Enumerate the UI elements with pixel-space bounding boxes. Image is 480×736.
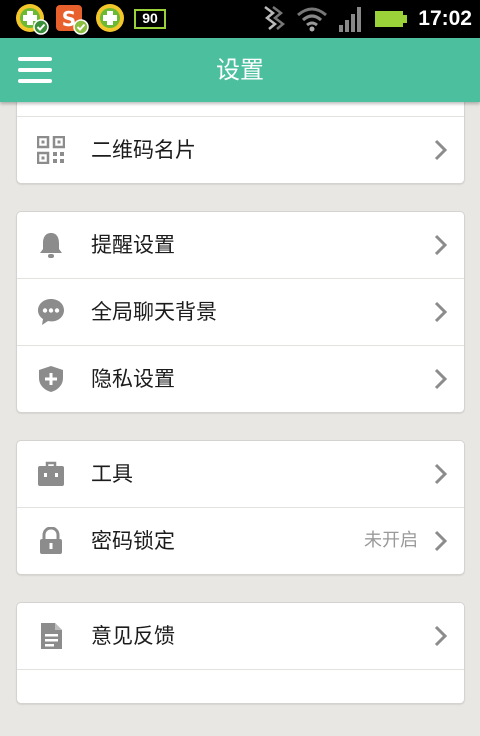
chevron-right-icon bbox=[434, 368, 448, 390]
settings-group-3: 工具 密码锁定 未开启 bbox=[16, 440, 465, 575]
app-header: 设置 bbox=[0, 38, 480, 102]
settings-item-label: 全局聊天背景 bbox=[91, 300, 217, 324]
wifi-icon bbox=[297, 7, 328, 32]
plus-check-icon bbox=[96, 4, 124, 32]
settings-item-reminders[interactable]: 提醒设置 bbox=[17, 212, 464, 278]
clock-time: 17:02 bbox=[418, 7, 472, 30]
settings-item-label: 隐私设置 bbox=[91, 367, 175, 391]
chevron-right-icon bbox=[434, 463, 448, 485]
app-badge-text: 90 bbox=[142, 10, 158, 26]
app-shield-check-icon bbox=[16, 4, 49, 35]
chat-bubble-icon bbox=[38, 299, 64, 325]
document-icon bbox=[41, 623, 62, 649]
settings-item-label: 密码锁定 bbox=[91, 529, 175, 553]
password-lock-status: 未开启 bbox=[364, 530, 418, 551]
settings-item-privacy[interactable]: 隐私设置 bbox=[17, 345, 464, 412]
settings-item-chat-background[interactable]: 全局聊天背景 bbox=[17, 278, 464, 345]
qr-code-icon bbox=[37, 136, 65, 164]
settings-item-password-lock[interactable]: 密码锁定 未开启 bbox=[17, 507, 464, 574]
battery-icon bbox=[375, 11, 408, 27]
battery-90-icon: 90 bbox=[134, 9, 166, 29]
settings-group-4: 意见反馈 bbox=[16, 602, 465, 704]
sogou-input-icon: S bbox=[56, 5, 89, 35]
data-activity-icon bbox=[264, 6, 286, 30]
chevron-right-icon bbox=[434, 530, 448, 552]
chevron-right-icon bbox=[434, 139, 448, 161]
chevron-right-icon bbox=[434, 301, 448, 323]
bell-icon bbox=[40, 233, 62, 258]
settings-item-label: 二维码名片 bbox=[91, 138, 196, 162]
signal-icon bbox=[339, 7, 362, 32]
chevron-right-icon bbox=[434, 234, 448, 256]
toolbox-icon bbox=[38, 461, 64, 486]
chevron-right-icon bbox=[434, 625, 448, 647]
status-bar: S 90 17:02 bbox=[0, 0, 480, 38]
page-title: 设置 bbox=[216, 56, 264, 84]
settings-item-label: 提醒设置 bbox=[91, 233, 175, 257]
settings-item-feedback[interactable]: 意见反馈 bbox=[17, 603, 464, 669]
shield-icon bbox=[39, 366, 63, 392]
settings-item-next[interactable] bbox=[17, 669, 464, 736]
settings-item-tools[interactable]: 工具 bbox=[17, 441, 464, 507]
settings-item-label: 工具 bbox=[91, 462, 133, 486]
lock-icon bbox=[40, 527, 62, 554]
settings-item-qr-card[interactable]: 二维码名片 bbox=[17, 116, 464, 183]
settings-item-label: 意见反馈 bbox=[91, 624, 175, 648]
settings-group-2: 提醒设置 全局聊天背景 隐私设置 bbox=[16, 211, 465, 413]
